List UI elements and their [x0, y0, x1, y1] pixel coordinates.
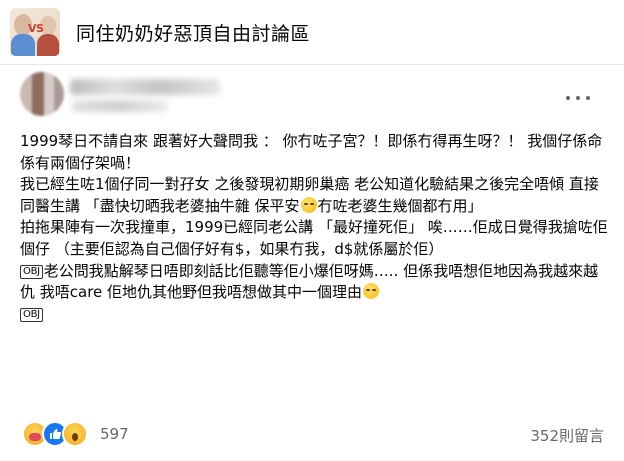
post-paragraph: 1999琴日不請自來 跟著好大聲問我 ： 你冇咗子宮？！即係冇得再生呀？！ 我個… [20, 132, 603, 172]
author-name-redacted[interactable] [70, 79, 220, 95]
group-header: VS 同住奶奶好惡頂自由討論區 [0, 0, 624, 65]
group-title[interactable]: 同住奶奶好惡頂自由討論區 [76, 19, 310, 46]
comment-count[interactable]: 352則留言 [530, 425, 604, 446]
more-options-icon[interactable] [566, 88, 590, 108]
post-paragraph: OBJ 老公問我點解琴日唔即刻話比佢聽等佢小爆佢呀媽….. 但係我唔想佢地因為我越… [20, 261, 599, 322]
post-paragraph: 拍拖果陣有一次我撞車，1999已經同老公講 「最好撞死佢」 唉……佢成日覺得我搶… [20, 218, 608, 258]
reaction-count[interactable]: 597 [100, 425, 129, 443]
author-avatar[interactable] [20, 72, 64, 116]
post-author-row [0, 66, 624, 128]
obj-icon: OBJ [20, 307, 43, 322]
post-timestamp-redacted[interactable] [72, 100, 168, 112]
reactions-bar: 597 352則留言 [0, 420, 624, 450]
avatar-logo-text: VS [28, 22, 44, 35]
downcast-sweat-emoji [363, 283, 380, 300]
post-paragraph: 我已經生咗1個仔同一對孖女 之後發現初期卵巢癌 老公知道化驗結果之後完全唔傾 直… [20, 175, 599, 215]
grinning-sweat-emoji [300, 196, 317, 213]
wow-icon[interactable] [62, 421, 88, 447]
post-body: 1999琴日不請自來 跟著好大聲問我 ： 你冇咗子宮？！即係冇得再生呀？！ 我個… [20, 131, 610, 325]
obj-icon: OBJ [20, 264, 43, 279]
group-avatar[interactable]: VS [10, 8, 60, 56]
